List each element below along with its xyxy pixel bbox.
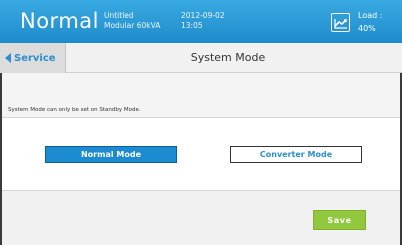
normal-mode-button[interactable]: Normal Mode [45, 146, 177, 163]
load-readout: Load : 40% [358, 9, 382, 35]
datetime-info: 2012-09-02 13:05 [181, 11, 225, 31]
date-text: 2012-09-02 [181, 11, 225, 20]
device-model: Modular 60kVA [104, 21, 161, 30]
time-text: 13:05 [181, 21, 203, 30]
title-bar: System Mode Service [0, 43, 402, 73]
save-button[interactable]: Save [313, 210, 366, 230]
device-name: Untitled [104, 11, 134, 20]
standby-note: System Mode can only be set on Standby M… [8, 107, 141, 113]
system-status: Normal [20, 9, 99, 33]
back-button-label: Service [14, 52, 56, 64]
note-band: System Mode can only be set on Standby M… [0, 73, 402, 118]
left-border [0, 73, 2, 245]
load-label: Load : [358, 11, 383, 20]
load-graph-icon[interactable] [331, 13, 350, 32]
load-graph-glyph [333, 18, 347, 29]
converter-mode-button[interactable]: Converter Mode [230, 146, 362, 163]
ups-screen: Normal Untitled Modular 60kVA 2012-09-02… [0, 0, 402, 245]
device-info: Untitled Modular 60kVA [104, 11, 160, 31]
load-value: 40% [358, 24, 376, 33]
back-arrow-icon [5, 53, 11, 63]
status-header: Normal Untitled Modular 60kVA 2012-09-02… [0, 0, 402, 43]
back-button[interactable]: Service [0, 43, 66, 73]
